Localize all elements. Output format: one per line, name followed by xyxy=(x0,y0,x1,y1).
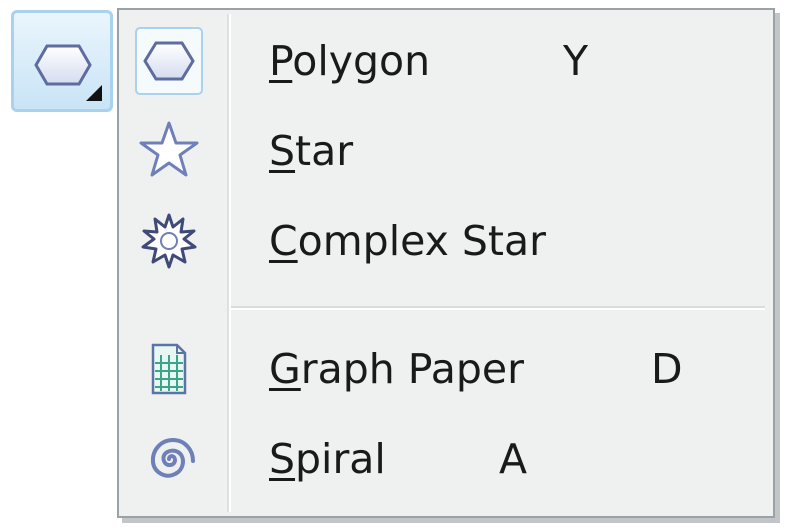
polygon-tool-button[interactable] xyxy=(11,10,113,112)
menu-item-shortcut: Y xyxy=(563,37,589,85)
menu-item-label: Complex Star xyxy=(269,217,546,265)
menu-item-shortcut: D xyxy=(651,345,683,393)
menu-item-label: Star xyxy=(269,127,354,175)
menu-item-spiral[interactable]: Spiral A xyxy=(123,416,769,502)
flyout-triangle-icon xyxy=(86,85,102,101)
polygon-icon xyxy=(135,27,203,95)
menu-item-star[interactable]: Star xyxy=(123,108,769,194)
polygon-tool-flyout-menu: Polygon Y Star Complex Star Graph Paper … xyxy=(117,8,775,518)
graph-paper-icon xyxy=(135,335,203,403)
menu-item-label: Polygon xyxy=(269,37,431,85)
star-icon xyxy=(135,117,203,185)
spiral-icon xyxy=(135,425,203,493)
menu-separator xyxy=(231,306,765,310)
polygon-icon xyxy=(34,44,92,86)
menu-item-graph-paper[interactable]: Graph Paper D xyxy=(123,326,769,412)
menu-item-complex-star[interactable]: Complex Star xyxy=(123,198,769,284)
menu-item-polygon[interactable]: Polygon Y xyxy=(123,18,769,104)
menu-item-shortcut: A xyxy=(499,435,528,483)
complex-star-icon xyxy=(135,207,203,275)
menu-item-label: Graph Paper xyxy=(269,345,524,393)
menu-item-label: Spiral xyxy=(269,435,386,483)
